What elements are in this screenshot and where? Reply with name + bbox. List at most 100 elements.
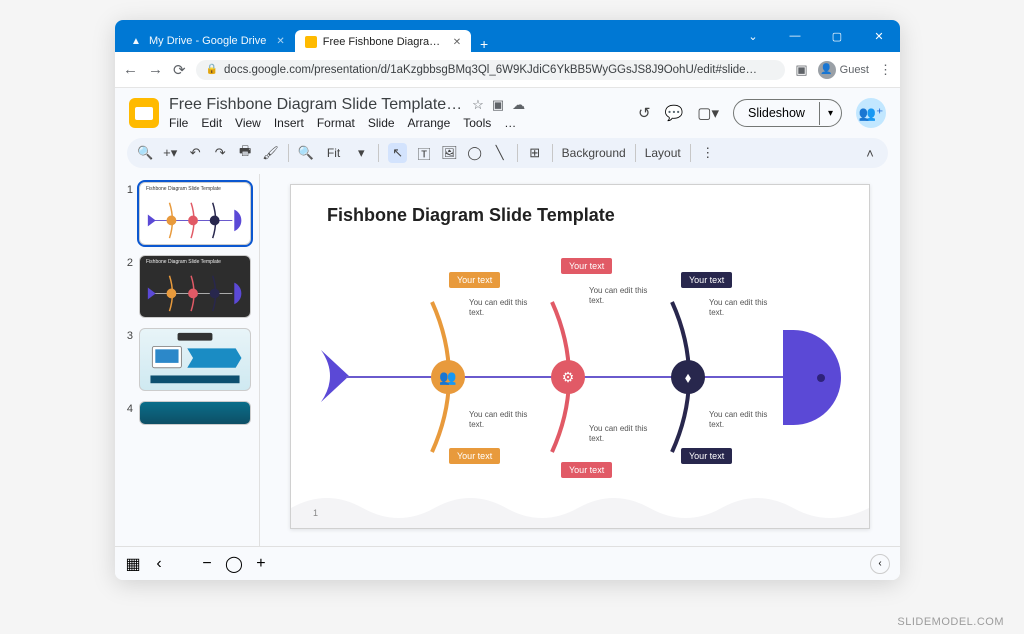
menu-more[interactable]: … — [504, 116, 516, 130]
slide-title[interactable]: Fishbone Diagram Slide Template — [327, 205, 615, 226]
menu-tools[interactable]: Tools — [463, 116, 491, 130]
slideshow-button[interactable]: Slideshow ▾ — [733, 99, 842, 127]
slide-thumb-1[interactable]: Fishbone Diagram Slide Template — [139, 182, 251, 245]
text-box-icon[interactable]: 🅃 — [416, 144, 432, 163]
menu-slide[interactable]: Slide — [368, 116, 395, 130]
background-button[interactable]: Background — [562, 146, 626, 160]
explore-icon[interactable]: ‹ — [870, 554, 890, 574]
bone1-bottom-label[interactable]: Your text — [449, 448, 500, 464]
bone1-top-label[interactable]: Your text — [449, 272, 500, 288]
zoom-reset-icon[interactable]: ◯ — [225, 554, 243, 574]
bone2-bottom-text[interactable]: You can edit this text. — [589, 424, 659, 443]
menu-edit[interactable]: Edit — [201, 116, 222, 130]
fishbone-bone-3[interactable]: ⬧ — [666, 298, 712, 456]
doc-meta: Free Fishbone Diagram Slide Template… ☆ … — [169, 96, 628, 130]
slide-thumbnails: 1 Fishbone Diagram Slide Template — [115, 174, 260, 546]
zoom-in-icon[interactable]: + — [253, 555, 269, 573]
slides-logo-icon[interactable] — [129, 98, 159, 128]
paint-format-icon[interactable]: 🖌 — [262, 145, 279, 161]
history-icon[interactable]: ↺ — [638, 104, 651, 122]
drive-favicon-icon: ▲ — [129, 34, 143, 48]
image-icon[interactable]: 🖼 — [441, 145, 458, 161]
chevron-down-icon[interactable]: ⌄ — [732, 20, 774, 52]
bone3-bottom-text[interactable]: You can edit this text. — [709, 410, 779, 429]
new-tab-button[interactable]: + — [471, 36, 497, 52]
menu-view[interactable]: View — [235, 116, 261, 130]
collapse-toolbar-icon[interactable]: ˄ — [862, 146, 878, 161]
guest-label: Guest — [840, 64, 869, 76]
zoom-out-icon[interactable]: − — [199, 555, 215, 573]
move-folder-icon[interactable]: ▣ — [492, 97, 504, 113]
slideshow-dropdown[interactable]: ▾ — [819, 102, 841, 125]
fishbone-bone-1[interactable]: 👥 — [426, 298, 472, 456]
grid-view-icon[interactable]: ▦ — [125, 554, 141, 574]
slides-app: Free Fishbone Diagram Slide Template… ☆ … — [115, 88, 900, 580]
url-text: docs.google.com/presentation/d/1aKzgbbsg… — [224, 64, 757, 76]
menu-insert[interactable]: Insert — [274, 116, 304, 130]
maximize-button[interactable]: ▢ — [816, 20, 858, 52]
zoom-level[interactable]: Fit — [323, 146, 344, 160]
share-button[interactable]: 👥⁺ — [856, 98, 886, 128]
bone1-bottom-text[interactable]: You can edit this text. — [469, 410, 539, 429]
new-slide-icon[interactable]: +▾ — [162, 145, 178, 161]
undo-icon[interactable]: ↶ — [187, 145, 203, 161]
menu-bar: File Edit View Insert Format Slide Arran… — [169, 114, 628, 130]
close-tab-icon[interactable]: ✕ — [276, 36, 284, 47]
doc-title-row: Free Fishbone Diagram Slide Template… ☆ … — [169, 96, 628, 114]
fishbone-bone-2[interactable]: ⚙ — [546, 298, 592, 456]
layout-button[interactable]: Layout — [645, 146, 681, 160]
bone3-top-text[interactable]: You can edit this text. — [709, 298, 779, 317]
slide-thumb-2[interactable]: Fishbone Diagram Slide Template — [139, 255, 251, 318]
slide-thumb-3[interactable] — [139, 328, 251, 391]
shape-icon[interactable]: ◯ — [467, 145, 483, 161]
forward-button[interactable]: → — [148, 61, 163, 78]
slide-thumb-4[interactable] — [139, 401, 251, 425]
extensions-icon[interactable]: ▣ — [795, 62, 807, 78]
comments-icon[interactable]: 💬 — [665, 104, 684, 122]
browser-tab-drive[interactable]: ▲ My Drive - Google Drive ✕ — [119, 28, 295, 52]
fishbone-diagram[interactable]: 👥 Your text You can edit this text. You … — [321, 280, 841, 480]
bone3-bottom-label[interactable]: Your text — [681, 448, 732, 464]
select-tool-icon[interactable]: ↖ — [388, 143, 407, 163]
search-menu-icon[interactable]: 🔍 — [137, 145, 153, 161]
thumb-number: 4 — [125, 401, 133, 415]
zoom-icon[interactable]: 🔍 — [298, 145, 314, 161]
insert-comment-icon[interactable]: ⊞ — [527, 145, 543, 161]
more-menu-icon[interactable]: ⋮ — [879, 62, 892, 78]
slide-canvas[interactable]: Fishbone Diagram Slide Template 👥 Your — [290, 184, 870, 529]
slideshow-label: Slideshow — [734, 100, 819, 126]
star-icon[interactable]: ☆ — [472, 97, 484, 113]
bone2-top-label[interactable]: Your text — [561, 258, 612, 274]
doc-title[interactable]: Free Fishbone Diagram Slide Template… — [169, 96, 462, 114]
wave-decoration — [291, 488, 869, 528]
line-icon[interactable]: ╲ — [492, 145, 508, 161]
menu-arrange[interactable]: Arrange — [408, 116, 451, 130]
user-circle-icon: 👤 — [818, 61, 836, 79]
bone2-bottom-label[interactable]: Your text — [561, 462, 612, 478]
meet-icon[interactable]: ▢▾ — [697, 104, 719, 122]
menu-file[interactable]: File — [169, 116, 188, 130]
profile-button[interactable]: 👤 Guest — [818, 61, 869, 79]
address-bar: ← → ⟳ 🔒 docs.google.com/presentation/d/1… — [115, 52, 900, 88]
more-tools-icon[interactable]: ⋮ — [700, 145, 716, 161]
bone1-top-text[interactable]: You can edit this text. — [469, 298, 539, 317]
zoom-dropdown-icon[interactable]: ▾ — [353, 145, 369, 161]
tab-strip: ▲ My Drive - Google Drive ✕ Free Fishbon… — [115, 20, 732, 52]
menu-format[interactable]: Format — [317, 116, 355, 130]
url-field[interactable]: 🔒 docs.google.com/presentation/d/1aKzgbb… — [196, 60, 786, 80]
reload-button[interactable]: ⟳ — [173, 61, 186, 79]
browser-tab-slides[interactable]: Free Fishbone Diagram Slide Tem ✕ — [295, 30, 471, 52]
close-window-button[interactable]: ✕ — [858, 20, 900, 52]
bone2-top-text[interactable]: You can edit this text. — [589, 286, 659, 305]
browser-window: ▲ My Drive - Google Drive ✕ Free Fishbon… — [115, 20, 900, 580]
prev-slide-icon[interactable]: ‹ — [151, 555, 167, 573]
redo-icon[interactable]: ↷ — [212, 145, 228, 161]
slides-favicon-icon — [305, 36, 317, 48]
minimize-button[interactable]: — — [774, 20, 816, 52]
close-tab-icon[interactable]: ✕ — [453, 37, 461, 48]
print-icon[interactable]: 🖶 — [237, 142, 253, 164]
thumb-number: 1 — [125, 182, 133, 196]
canvas-area[interactable]: Fishbone Diagram Slide Template 👥 Your — [260, 174, 900, 546]
back-button[interactable]: ← — [123, 61, 138, 78]
bone3-top-label[interactable]: Your text — [681, 272, 732, 288]
